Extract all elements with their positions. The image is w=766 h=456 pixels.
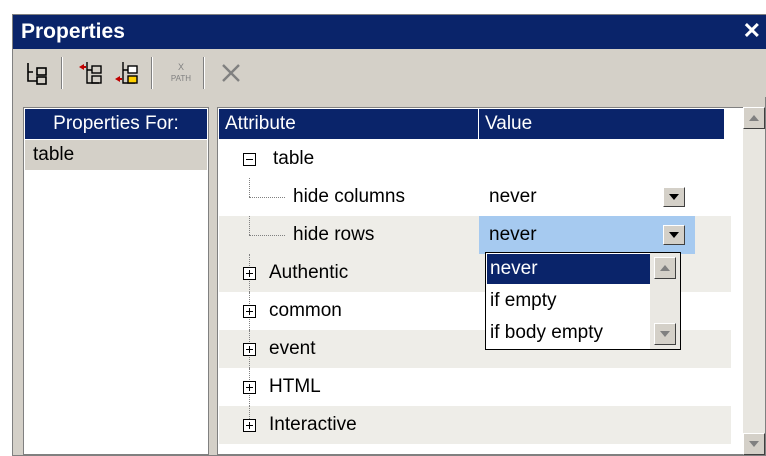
toolbar-separator: [61, 57, 63, 89]
tree-connector: [249, 216, 250, 235]
xpath-icon[interactable]: X PATH: [167, 59, 195, 87]
expand-icon[interactable]: [243, 267, 256, 280]
group-label: Interactive: [269, 414, 357, 435]
expand-icon[interactable]: [243, 419, 256, 432]
close-icon[interactable]: ✕: [743, 18, 761, 44]
properties-for-header: Properties For:: [25, 109, 207, 139]
group-row-html: HTML: [219, 368, 731, 406]
tree-connector: [249, 197, 285, 198]
insert-attribute-icon[interactable]: [77, 59, 105, 87]
group-row-interactive: Interactive: [219, 406, 731, 444]
append-attribute-icon[interactable]: [113, 59, 141, 87]
value-column-header[interactable]: Value: [479, 109, 725, 139]
delete-icon[interactable]: [217, 59, 245, 87]
group-label: event: [269, 338, 316, 359]
expand-icon[interactable]: [243, 343, 256, 356]
properties-for-panel: Properties For: table: [23, 107, 209, 455]
expand-icon[interactable]: [243, 381, 256, 394]
toolbar-separator: [151, 57, 153, 89]
xpath-x-label: X: [178, 62, 184, 72]
value-cell-hide-rows[interactable]: never: [479, 216, 695, 254]
window-title: Properties: [21, 20, 125, 43]
properties-window: Properties ✕ X PATH Properties For: tabl…: [12, 14, 766, 456]
dropdown-arrow-icon[interactable]: [663, 187, 685, 207]
tree-view-icon[interactable]: [23, 59, 51, 87]
expand-icon[interactable]: [243, 305, 256, 318]
group-label: Authentic: [269, 262, 349, 283]
collapse-icon[interactable]: [243, 153, 256, 166]
attribute-label: hide columns: [293, 186, 405, 207]
dropdown-scrollbar[interactable]: [650, 253, 680, 349]
attribute-column-header[interactable]: Attribute: [219, 109, 479, 139]
root-label: table: [273, 148, 315, 169]
dropdown-option-if-empty[interactable]: if empty: [487, 286, 651, 316]
value-cell-hide-columns[interactable]: never: [479, 178, 695, 216]
attribute-row-hide-columns: hide columns never: [219, 178, 731, 216]
group-label: HTML: [269, 376, 321, 397]
toolbar-separator: [203, 57, 205, 89]
tree-connector: [249, 178, 250, 197]
value-dropdown-list[interactable]: never if empty if body empty: [485, 252, 681, 350]
dropdown-option-if-body-empty[interactable]: if body empty: [487, 318, 651, 348]
value-text: never: [489, 224, 537, 245]
group-label: common: [269, 300, 342, 321]
tree-root-row: table: [219, 140, 731, 178]
dropdown-scroll-up-icon[interactable]: [654, 257, 676, 279]
attribute-row-hide-rows: hide rows never: [219, 216, 731, 254]
value-text: never: [489, 186, 537, 207]
xpath-path-label: PATH: [171, 74, 191, 83]
properties-for-item[interactable]: table: [25, 140, 207, 170]
dropdown-scroll-down-icon[interactable]: [654, 323, 676, 345]
toolbar: X PATH: [13, 49, 766, 97]
dropdown-option-never[interactable]: never: [487, 254, 651, 284]
title-bar[interactable]: Properties ✕: [13, 15, 766, 49]
dropdown-arrow-icon[interactable]: [663, 225, 685, 245]
tree-connector: [249, 235, 285, 236]
scroll-down-icon[interactable]: [743, 433, 765, 455]
attribute-label: hide rows: [293, 224, 375, 245]
scroll-up-icon[interactable]: [743, 107, 765, 129]
vertical-scrollbar[interactable]: [743, 107, 765, 455]
